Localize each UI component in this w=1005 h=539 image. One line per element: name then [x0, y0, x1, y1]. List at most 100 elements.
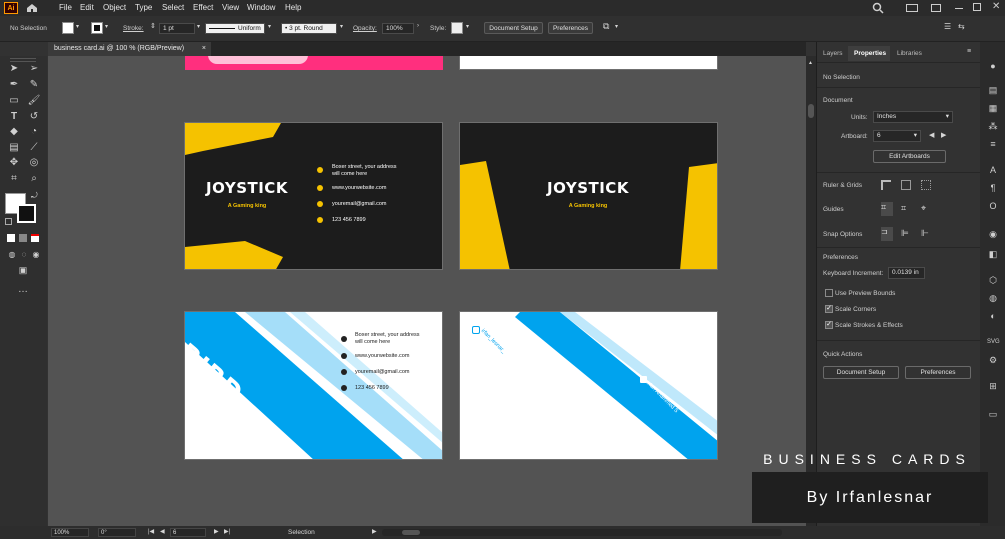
lock-guides-icon[interactable]: ⌗ — [901, 203, 906, 214]
artboard-tool-icon[interactable]: ⌗ — [7, 173, 21, 185]
keyboard-increment-input[interactable]: 0.0139 in — [888, 267, 925, 279]
swap-colors-icon[interactable]: ⤾ — [31, 191, 38, 201]
last-artboard-icon[interactable]: ▶| — [224, 528, 230, 535]
selection-tool-icon[interactable]: ➤ — [7, 63, 21, 75]
variable-width-profile[interactable]: Uniform — [205, 23, 265, 34]
menu-help[interactable]: Help — [285, 2, 301, 13]
quick-preferences-button[interactable]: Preferences — [905, 366, 971, 379]
stroke-color-swatch[interactable] — [17, 204, 36, 223]
curvature-tool-icon[interactable]: ✎ — [27, 79, 41, 91]
menu-file[interactable]: File — [59, 2, 72, 13]
zoom-tool-icon[interactable]: ⌕ — [27, 173, 41, 185]
gradient-mode-icon[interactable] — [19, 234, 27, 242]
next-artboard-icon[interactable]: ▶ — [214, 528, 219, 535]
search-icon[interactable] — [872, 2, 884, 14]
more-tools-icon[interactable]: … — [16, 284, 30, 296]
tab-layers[interactable]: Layers — [823, 50, 843, 57]
quick-document-setup-button[interactable]: Document Setup — [823, 366, 899, 379]
horizontal-scrollbar[interactable] — [382, 529, 782, 536]
snap-to-point-icon[interactable]: ⊐ — [881, 227, 893, 241]
pixel-grid-icon[interactable] — [921, 180, 931, 190]
snap-to-glyph-icon[interactable]: ⊩ — [921, 228, 929, 239]
zoom-select[interactable]: 100% — [51, 528, 89, 537]
chevron-right-icon[interactable]: › — [417, 23, 419, 29]
align-panel-icon[interactable]: ⊞ — [987, 380, 999, 392]
bird-card-back[interactable]: irfan_lesnar_ BIRD Irfan Ahammed S — [459, 311, 718, 460]
brush-definition[interactable]: • 3 pt. Round — [281, 23, 337, 34]
opacity-label[interactable]: Opacity: — [353, 24, 377, 34]
fill-swatch[interactable] — [62, 22, 74, 34]
menu-window[interactable]: Window — [247, 2, 275, 13]
libraries-icon[interactable]: ▤ — [987, 84, 999, 96]
gradient-tool-icon[interactable]: ▤ — [7, 142, 21, 154]
graphic-styles-icon[interactable]: ◍ — [987, 292, 999, 304]
scrollbar-thumb[interactable] — [808, 104, 814, 118]
color-mode-icon[interactable] — [7, 234, 15, 242]
show-guides-icon[interactable]: ⌗ — [881, 202, 893, 216]
stroke-weight-input[interactable]: 1 pt — [159, 23, 195, 34]
rotate-view-select[interactable]: 0° — [98, 528, 136, 537]
svg-interactivity-icon[interactable]: SVG — [987, 336, 1000, 348]
graphic-style-swatch[interactable] — [451, 22, 463, 34]
chevron-down-icon[interactable]: ▾ — [105, 23, 108, 30]
artboard-canvas[interactable]: JOYSTICK A Gaming king Boxer street, you… — [48, 56, 806, 526]
previous-artboard-icon[interactable]: ◀ — [929, 131, 934, 139]
smart-guides-icon[interactable]: ⌖ — [921, 203, 926, 214]
document-tab[interactable]: business card.ai @ 100 % (RGB/Preview) × — [48, 42, 211, 56]
symbol-sprayer-tool-icon[interactable]: ✥ — [7, 157, 21, 169]
artboards-panel-icon[interactable]: ▭ — [987, 408, 999, 420]
stroke-swatch[interactable] — [91, 22, 103, 34]
chevron-down-icon[interactable]: ▾ — [340, 23, 343, 30]
home-icon[interactable] — [26, 3, 38, 13]
scale-corners-checkbox[interactable]: ✓ — [825, 305, 833, 313]
eyedropper-tool-icon[interactable]: ⟋ — [27, 142, 41, 154]
panel-menu-icon[interactable]: ☰ — [944, 22, 951, 31]
pen-tool-icon[interactable]: ✒ — [7, 79, 21, 91]
chevron-down-icon[interactable]: ▾ — [615, 23, 618, 30]
previous-artboard-icon[interactable]: ◀ — [160, 528, 165, 535]
artboard-2-partial[interactable] — [459, 56, 718, 70]
opentype-icon[interactable]: O — [987, 200, 999, 212]
opacity-input[interactable]: 100% — [382, 23, 414, 34]
grid-icon[interactable] — [901, 180, 911, 190]
edit-artboards-button[interactable]: Edit Artboards — [873, 150, 946, 163]
menu-view[interactable]: View — [222, 2, 239, 13]
layers-icon[interactable]: ◧ — [987, 248, 999, 260]
status-menu-icon[interactable]: ▶ — [372, 528, 377, 535]
bird-card-front[interactable]: BIRD Boxer street, your address will com… — [184, 311, 443, 460]
stepper-icon[interactable]: ⇕ — [150, 22, 156, 30]
align-icon[interactable]: ⧉ — [603, 21, 609, 32]
joystick-card-back[interactable]: JOYSTICK A Gaming king — [459, 122, 718, 270]
3d-icon[interactable]: ⬡ — [987, 274, 999, 286]
workspace-icon[interactable] — [931, 4, 941, 12]
menu-effect[interactable]: Effect — [193, 2, 213, 13]
scale-strokes-checkbox[interactable]: ✓ — [825, 321, 833, 329]
tab-properties[interactable]: Properties — [854, 50, 886, 57]
first-artboard-icon[interactable]: |◀ — [148, 528, 154, 535]
menu-object[interactable]: Object — [103, 2, 126, 13]
chevron-down-icon[interactable]: ▾ — [268, 23, 271, 30]
toolbar-grip[interactable] — [10, 58, 36, 62]
eraser-tool-icon[interactable]: ◆ — [7, 126, 21, 138]
none-mode-icon[interactable] — [31, 234, 39, 242]
minimize-icon[interactable] — [955, 8, 963, 9]
stroke-label[interactable]: Stroke: — [123, 24, 144, 34]
chevron-down-icon[interactable]: ▾ — [466, 23, 469, 30]
snap-to-pixel-icon[interactable]: ⊫ — [901, 228, 909, 239]
type-tool-icon[interactable]: T — [7, 111, 21, 123]
preferences-button[interactable]: Preferences — [548, 22, 593, 34]
close-tab-icon[interactable]: × — [202, 42, 206, 56]
transparency-icon[interactable]: ◐ — [987, 310, 999, 322]
joystick-card-front[interactable]: JOYSTICK A Gaming king Boxer street, you… — [184, 122, 443, 270]
character-icon[interactable]: A — [987, 164, 999, 176]
chevron-down-icon[interactable]: ▾ — [197, 23, 200, 30]
arrange-documents-icon[interactable] — [906, 4, 918, 12]
next-artboard-icon[interactable]: ▶ — [941, 131, 946, 139]
maximize-icon[interactable] — [973, 3, 981, 11]
panel-menu-icon[interactable]: ≡ — [967, 48, 971, 55]
color-panel-icon[interactable]: ● — [987, 60, 999, 72]
blend-tool-icon[interactable]: ◎ — [27, 157, 41, 169]
use-preview-bounds-checkbox[interactable] — [825, 289, 833, 297]
align-options-icon[interactable]: ⇆ — [958, 22, 965, 31]
transform-icon[interactable]: ⚙ — [987, 354, 999, 366]
